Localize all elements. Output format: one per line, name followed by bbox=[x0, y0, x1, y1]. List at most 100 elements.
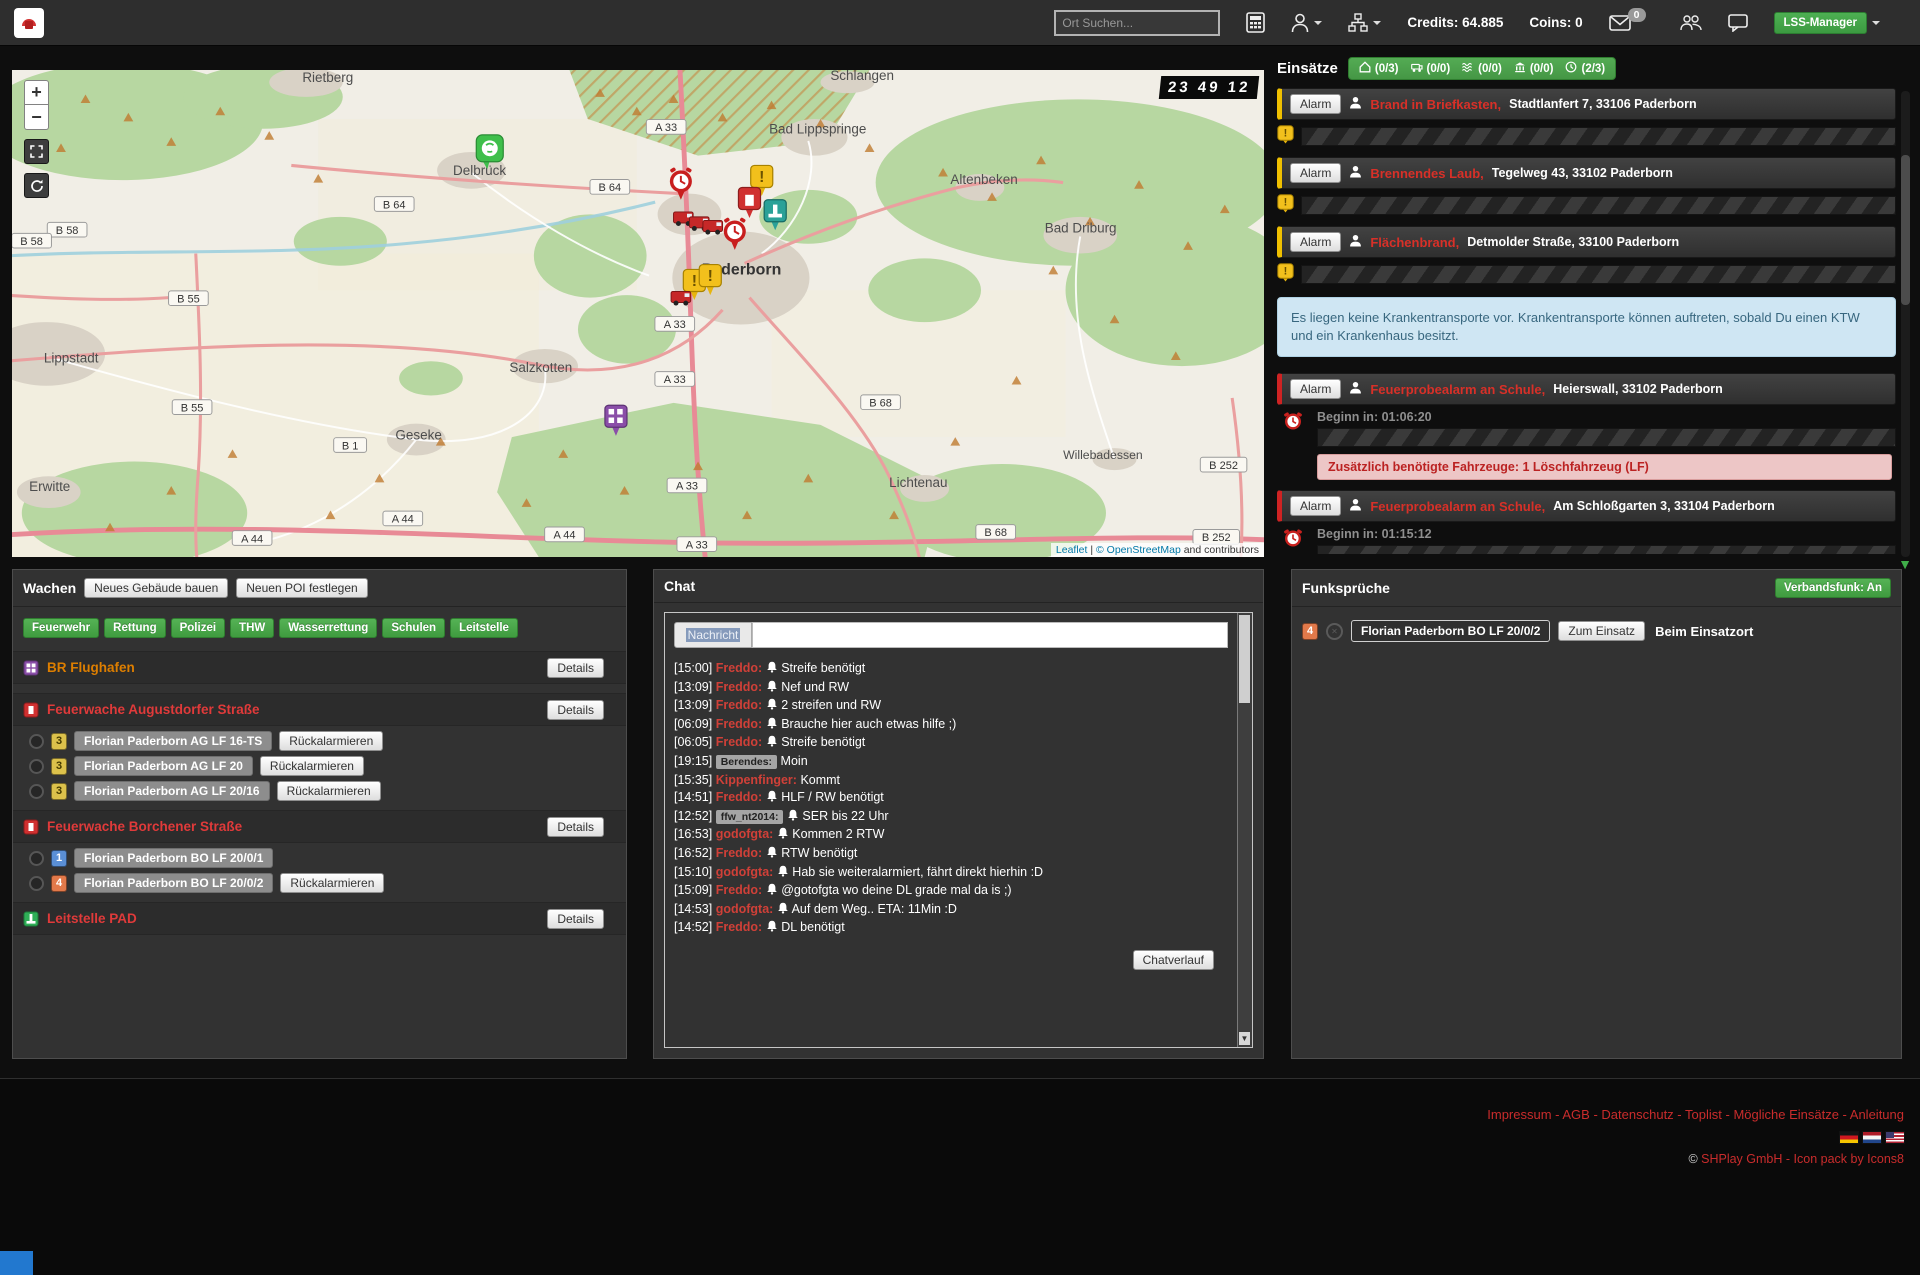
vehicle-name[interactable]: Florian Paderborn AG LF 20 bbox=[74, 756, 253, 776]
recall-button[interactable]: Rückalarmieren bbox=[277, 781, 381, 801]
mission-counter-clock[interactable]: (2/3) bbox=[1565, 61, 1605, 76]
search-input[interactable] bbox=[1054, 10, 1220, 36]
footer-link[interactable]: Datenschutz bbox=[1601, 1107, 1673, 1122]
chat-username[interactable]: Berendes: bbox=[716, 755, 777, 769]
build-building-button[interactable]: Neues Gebäude bauen bbox=[84, 578, 228, 598]
chat-username[interactable]: Freddo: bbox=[716, 661, 763, 675]
mission-counter-water[interactable]: (0/0) bbox=[1462, 61, 1502, 76]
alarm-button[interactable]: Alarm bbox=[1290, 232, 1341, 252]
chat-username[interactable]: Freddo: bbox=[716, 717, 763, 731]
station-row[interactable]: BR Flughafen Details bbox=[13, 651, 626, 684]
alliance-members-button[interactable] bbox=[1680, 14, 1702, 32]
mission-title-row[interactable]: AlarmBrand in Briefkasten,Stadtlanfert 7… bbox=[1277, 88, 1896, 120]
details-button[interactable]: Details bbox=[547, 658, 604, 678]
set-poi-button[interactable]: Neuen POI festlegen bbox=[236, 578, 367, 598]
chat-username[interactable]: godofgta: bbox=[716, 827, 774, 841]
flag-germany-icon[interactable] bbox=[1840, 1132, 1858, 1143]
filter-wasserrettung[interactable]: Wasserrettung bbox=[279, 618, 377, 638]
alarm-button[interactable]: Alarm bbox=[1290, 379, 1341, 399]
alarm-button[interactable]: Alarm bbox=[1290, 94, 1341, 114]
filter-thw[interactable]: THW bbox=[230, 618, 274, 638]
vehicle-name[interactable]: Florian Paderborn AG LF 16-TS bbox=[74, 731, 272, 751]
profile-menu[interactable] bbox=[1291, 13, 1322, 33]
map-canvas[interactable]: RietbergSchlangenBad LippspringeDelbrück… bbox=[12, 70, 1264, 557]
mission-title-row[interactable]: AlarmFeuerprobealarm an Schule,Heierswal… bbox=[1277, 373, 1896, 405]
coins-display[interactable]: Coins: 0 bbox=[1529, 15, 1582, 30]
chat-history-button[interactable]: Chatverlauf bbox=[1133, 950, 1214, 970]
chat-scroll-down-arrow[interactable]: ▼ bbox=[1239, 1032, 1250, 1045]
recall-button[interactable]: Rückalarmieren bbox=[280, 873, 384, 893]
station-row[interactable]: Feuerwache Augustdorfer Straße Details bbox=[13, 693, 626, 726]
association-menu[interactable] bbox=[1348, 13, 1381, 32]
association-radio-toggle[interactable]: Verbandsfunk: An bbox=[1775, 578, 1891, 598]
filter-schulen[interactable]: Schulen bbox=[382, 618, 445, 638]
station-name[interactable]: Leitstelle PAD bbox=[47, 911, 137, 926]
chat-username[interactable]: Freddo: bbox=[716, 735, 763, 749]
footer-link[interactable]: AGB bbox=[1562, 1107, 1589, 1122]
footer-link[interactable]: Anleitung bbox=[1850, 1107, 1904, 1122]
mission-title-row[interactable]: AlarmFlächenbrand,Detmolder Straße, 3310… bbox=[1277, 226, 1896, 258]
chat-username[interactable]: Freddo: bbox=[716, 846, 763, 860]
chat-username[interactable]: godofgta: bbox=[716, 865, 774, 879]
chat-scrollbar[interactable]: ▼ bbox=[1237, 613, 1252, 1047]
icons8-credit-link[interactable]: Icon pack by Icons8 bbox=[1794, 1152, 1904, 1166]
fullscreen-button[interactable] bbox=[24, 139, 49, 164]
alarm-button[interactable]: Alarm bbox=[1290, 496, 1341, 516]
zoom-in-button[interactable]: + bbox=[24, 80, 49, 105]
to-mission-button[interactable]: Zum Einsatz bbox=[1558, 621, 1645, 641]
filter-rettung[interactable]: Rettung bbox=[104, 618, 165, 638]
chat-username[interactable]: Freddo: bbox=[716, 680, 763, 694]
lss-manager-menu[interactable]: LSS-Manager bbox=[1774, 12, 1881, 34]
lss-manager-button[interactable]: LSS-Manager bbox=[1774, 12, 1868, 34]
station-name[interactable]: Feuerwache Augustdorfer Straße bbox=[47, 702, 260, 717]
leaflet-link[interactable]: Leaflet bbox=[1056, 544, 1088, 556]
map[interactable]: RietbergSchlangenBad LippspringeDelbrück… bbox=[12, 70, 1264, 557]
recall-button[interactable]: Rückalarmieren bbox=[260, 756, 364, 776]
chat-toggle-button[interactable] bbox=[1728, 14, 1748, 32]
osm-link[interactable]: © OpenStreetMap bbox=[1096, 544, 1181, 556]
details-button[interactable]: Details bbox=[547, 817, 604, 837]
mission-counter-van[interactable]: (0/0) bbox=[1411, 61, 1451, 76]
zoom-out-button[interactable]: − bbox=[24, 105, 49, 130]
chat-username[interactable]: ffw_nt2014: bbox=[716, 810, 784, 824]
chat-message-input[interactable] bbox=[752, 622, 1228, 648]
filter-leitstelle[interactable]: Leitstelle bbox=[450, 618, 518, 638]
mission-counter-house[interactable]: (0/3) bbox=[1359, 61, 1399, 76]
station-name[interactable]: Feuerwache Borchener Straße bbox=[47, 819, 242, 834]
flag-usa-icon[interactable] bbox=[1886, 1132, 1904, 1143]
mission-title-row[interactable]: AlarmBrennendes Laub,Tegelweg 43, 33102 … bbox=[1277, 157, 1896, 189]
refresh-button[interactable] bbox=[24, 173, 49, 198]
vehicle-name[interactable]: Florian Paderborn BO LF 20/0/2 bbox=[74, 873, 273, 893]
station-name[interactable]: BR Flughafen bbox=[47, 660, 135, 675]
chat-input-label[interactable]: Nachricht bbox=[674, 622, 752, 648]
mission-counter-bank[interactable]: (0/0) bbox=[1514, 61, 1554, 76]
flag-netherlands-icon[interactable] bbox=[1863, 1132, 1881, 1143]
station-row[interactable]: Leitstelle PAD Details bbox=[13, 902, 626, 935]
credits-display[interactable]: Credits: 64.885 bbox=[1407, 15, 1503, 30]
chat-username[interactable]: Freddo: bbox=[716, 698, 763, 712]
mission-title-row[interactable]: AlarmFeuerprobealarm an Schule,Am Schloß… bbox=[1277, 490, 1896, 522]
chat-username[interactable]: Freddo: bbox=[716, 883, 763, 897]
dismiss-icon[interactable]: ✕ bbox=[1326, 623, 1343, 640]
filter-feuerwehr[interactable]: Feuerwehr bbox=[23, 618, 99, 638]
alarm-button[interactable]: Alarm bbox=[1290, 163, 1341, 183]
tasks-button[interactable] bbox=[1246, 12, 1265, 33]
details-button[interactable]: Details bbox=[547, 909, 604, 929]
missions-scrollbar[interactable] bbox=[1901, 91, 1910, 557]
chat-username[interactable]: Freddo: bbox=[716, 790, 763, 804]
missions-scrollbar-thumb[interactable] bbox=[1901, 155, 1910, 305]
vehicle-name[interactable]: Florian Paderborn BO LF 20/0/2 bbox=[1351, 620, 1550, 642]
footer-link[interactable]: Impressum bbox=[1487, 1107, 1551, 1122]
footer-link[interactable]: Mögliche Einsätze bbox=[1733, 1107, 1839, 1122]
footer-link[interactable]: Toplist bbox=[1685, 1107, 1722, 1122]
filter-polizei[interactable]: Polizei bbox=[171, 618, 225, 638]
company-link[interactable]: SHPlay GmbH bbox=[1701, 1152, 1782, 1166]
chat-username[interactable]: Freddo: bbox=[716, 920, 763, 934]
app-logo[interactable] bbox=[14, 8, 44, 38]
chat-scrollbar-thumb[interactable] bbox=[1239, 615, 1250, 703]
vehicle-name[interactable]: Florian Paderborn AG LF 20/16 bbox=[74, 781, 270, 801]
recall-button[interactable]: Rückalarmieren bbox=[279, 731, 383, 751]
details-button[interactable]: Details bbox=[547, 700, 604, 720]
station-row[interactable]: Feuerwache Borchener Straße Details bbox=[13, 810, 626, 843]
chat-username[interactable]: Kippenfinger: bbox=[716, 773, 797, 787]
